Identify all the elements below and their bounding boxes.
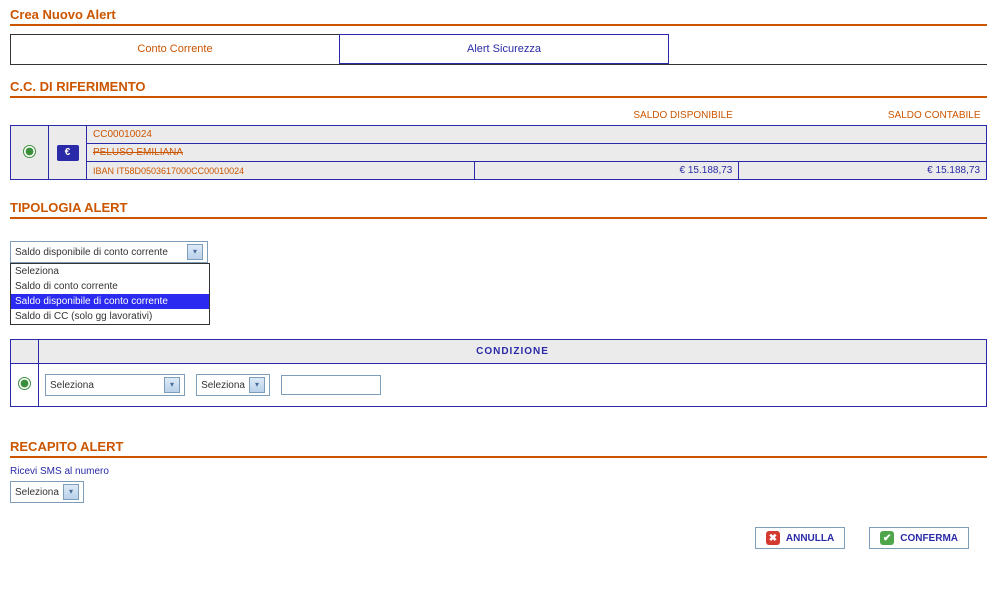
- recapito-select-value: Seleziona: [15, 487, 59, 498]
- confirm-icon: ✔: [880, 531, 894, 545]
- account-code: CC00010024: [87, 126, 987, 144]
- tipologia-option[interactable]: Saldo disponibile di conto corrente: [11, 294, 209, 309]
- recapito-label: Ricevi SMS al numero: [10, 466, 987, 477]
- condition-select-1[interactable]: Seleziona ▾: [45, 374, 185, 396]
- cancel-icon: ✖: [766, 531, 780, 545]
- page-title: Crea Nuovo Alert: [10, 5, 987, 26]
- condition-select-1-value: Seleziona: [50, 380, 160, 391]
- condition-table: CONDIZIONE Seleziona ▾ Seleziona ▾: [10, 339, 987, 407]
- chevron-down-icon: ▾: [187, 244, 203, 260]
- section-cc-riferimento: C.C. DI RIFERIMENTO: [10, 77, 987, 98]
- conferma-button-label: CONFERMA: [900, 533, 958, 544]
- condition-select-2-value: Seleziona: [201, 380, 245, 391]
- annulla-button[interactable]: ✖ ANNULLA: [755, 527, 845, 549]
- tab-conto-corrente[interactable]: Conto Corrente: [10, 34, 340, 64]
- col-saldo-disponibile: SALDO DISPONIBILE: [475, 106, 739, 126]
- chevron-down-icon: ▾: [63, 484, 79, 500]
- condition-header: CONDIZIONE: [39, 340, 987, 364]
- tipologia-option[interactable]: Saldo di conto corrente: [11, 279, 209, 294]
- chevron-down-icon: ▾: [164, 377, 180, 393]
- chevron-down-icon: ▾: [249, 377, 265, 393]
- account-saldo-contabile: € 15.188,73: [739, 162, 987, 180]
- tipologia-dropdown-list: Seleziona Saldo di conto corrente Saldo …: [10, 263, 210, 325]
- tabs-bar: Conto Corrente Alert Sicurezza: [10, 34, 987, 65]
- account-holder-name: PELUSO EMILIANA: [93, 147, 183, 158]
- tipologia-select[interactable]: Saldo disponibile di conto corrente ▾: [10, 241, 208, 263]
- condition-radio[interactable]: [18, 377, 31, 390]
- col-saldo-contabile: SALDO CONTABILE: [739, 106, 987, 126]
- account-saldo-disponibile: € 15.188,73: [475, 162, 739, 180]
- conferma-button[interactable]: ✔ CONFERMA: [869, 527, 969, 549]
- tab-alert-sicurezza[interactable]: Alert Sicurezza: [339, 34, 669, 64]
- condition-value-input[interactable]: [281, 375, 381, 395]
- annulla-button-label: ANNULLA: [786, 533, 834, 544]
- section-tipologia-alert: TIPOLOGIA ALERT: [10, 198, 987, 219]
- account-table: SALDO DISPONIBILE SALDO CONTABILE € CC00…: [10, 106, 987, 180]
- recapito-select[interactable]: Seleziona ▾: [10, 481, 84, 503]
- account-iban: IBAN IT58D0503617000CC00010024: [87, 162, 475, 180]
- tipologia-select-value: Saldo disponibile di conto corrente: [15, 247, 168, 258]
- tipologia-option[interactable]: Saldo di CC (solo gg lavorativi): [11, 309, 209, 324]
- account-radio[interactable]: [23, 145, 36, 158]
- tipologia-option[interactable]: Seleziona: [11, 264, 209, 279]
- section-recapito-alert: RECAPITO ALERT: [10, 437, 987, 458]
- condition-select-2[interactable]: Seleziona ▾: [196, 374, 270, 396]
- euro-icon: €: [57, 145, 79, 161]
